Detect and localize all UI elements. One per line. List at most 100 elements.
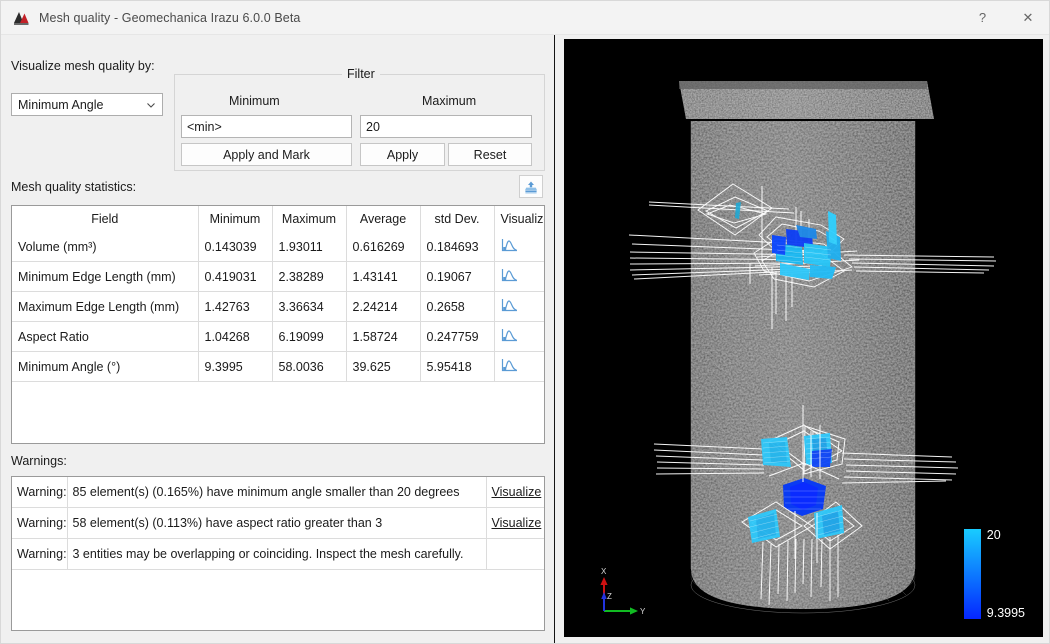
help-button[interactable]: ?	[960, 1, 1005, 34]
table-row[interactable]: Minimum Edge Length (mm) 0.419031 2.3828…	[12, 261, 544, 292]
mesh-3d-viewport[interactable]: X Y Z 20 9.3995	[564, 39, 1043, 637]
cell-visualize[interactable]	[494, 232, 544, 262]
cell-average: 1.43141	[346, 261, 421, 292]
col-header-average: Average	[346, 206, 421, 232]
col-header-minimum: Minimum	[198, 206, 273, 232]
apply-and-mark-button[interactable]: Apply and Mark	[181, 143, 352, 166]
cell-average: 39.625	[346, 351, 421, 382]
color-legend: 20 9.3995	[963, 528, 1025, 620]
reset-button[interactable]: Reset	[448, 143, 532, 166]
mesh-quality-statistics-table[interactable]: Field Minimum Maximum Average std Dev. V…	[11, 205, 545, 444]
col-header-visualize: Visualize	[500, 212, 545, 226]
cell-std-dev: 5.95418	[420, 351, 495, 382]
visualize-link[interactable]: Visualize	[492, 485, 542, 499]
table-row[interactable]: Aspect Ratio 1.04268 6.19099 1.58724 0.2…	[12, 321, 544, 352]
cylinder-mesh	[679, 81, 934, 614]
warning-action	[486, 538, 544, 570]
panel-splitter[interactable]	[554, 35, 555, 643]
minimum-column-label: Minimum	[229, 94, 280, 108]
window-controls: ? ✕	[960, 1, 1049, 34]
warning-row-empty	[12, 570, 544, 631]
cell-std-dev: 0.184693	[420, 232, 495, 262]
warning-message: 85 element(s) (0.165%) have minimum angl…	[67, 477, 487, 508]
cell-minimum: 0.419031	[198, 261, 273, 292]
filter-groupbox-legend: Filter	[342, 67, 380, 81]
cell-minimum: 0.143039	[198, 232, 273, 262]
warning-row[interactable]: Warning: 85 element(s) (0.165%) have min…	[12, 477, 544, 508]
color-legend-labels: 20 9.3995	[986, 528, 1025, 620]
warning-row[interactable]: Warning: 58 element(s) (0.113%) have asp…	[12, 507, 544, 539]
warning-message: 58 element(s) (0.113%) have aspect ratio…	[67, 507, 487, 539]
cell-average: 1.58724	[346, 321, 421, 352]
table-header-row: Field Minimum Maximum Average std Dev. V…	[12, 206, 545, 232]
cell-std-dev: 0.19067	[420, 261, 495, 292]
table-row[interactable]: Maximum Edge Length (mm) 1.42763 3.36634…	[12, 291, 544, 322]
cell-minimum: 1.04268	[198, 321, 273, 352]
axis-z-label: Z	[607, 592, 612, 601]
histogram-icon[interactable]	[501, 298, 518, 316]
warning-action[interactable]: Visualize	[486, 477, 544, 508]
cell-field: Minimum Angle (°)	[12, 351, 199, 382]
apply-button[interactable]: Apply	[360, 143, 445, 166]
table-row-empty	[12, 381, 544, 443]
geomechanica-logo-icon	[12, 9, 30, 27]
title-bar: Mesh quality - Geomechanica Irazu 6.0.0 …	[1, 1, 1049, 35]
cell-std-dev: 0.247759	[420, 321, 495, 352]
export-icon[interactable]	[519, 175, 543, 198]
histogram-icon[interactable]	[501, 358, 518, 376]
warnings-list[interactable]: Warning: 85 element(s) (0.165%) have min…	[11, 476, 545, 631]
col-header-field: Field	[12, 206, 199, 232]
mesh-quality-statistics-label: Mesh quality statistics:	[11, 180, 137, 194]
warning-tag: Warning:	[12, 507, 68, 539]
mesh-quality-window: Mesh quality - Geomechanica Irazu 6.0.0 …	[0, 0, 1050, 644]
quality-metric-dropdown[interactable]: Minimum Angle	[11, 93, 163, 116]
warning-message: 3 entities may be overlapping or coincid…	[67, 538, 487, 570]
quality-metric-value: Minimum Angle	[18, 97, 104, 112]
col-header-std-dev: std Dev.	[420, 206, 495, 232]
col-header-maximum: Maximum	[272, 206, 347, 232]
cell-field: Maximum Edge Length (mm)	[12, 291, 199, 322]
cell-visualize[interactable]	[494, 321, 544, 352]
warning-action[interactable]: Visualize	[486, 507, 544, 539]
visualize-quality-label: Visualize mesh quality by:	[11, 59, 155, 73]
cell-average: 0.616269	[346, 232, 421, 262]
cell-minimum: 9.3995	[198, 351, 273, 382]
cell-maximum: 1.93011	[272, 232, 347, 262]
table-empty-space	[12, 381, 544, 443]
left-panel: Visualize mesh quality by: Minimum Angle…	[2, 35, 553, 643]
close-button[interactable]: ✕	[1005, 1, 1049, 34]
chevron-down-icon	[144, 98, 158, 112]
axis-y-label: Y	[640, 607, 646, 616]
maximum-input[interactable]: 20	[360, 115, 532, 138]
warnings-label: Warnings:	[11, 454, 67, 468]
maximum-column-label: Maximum	[422, 94, 477, 108]
cell-maximum: 3.36634	[272, 291, 347, 322]
warnings-empty-space	[12, 570, 544, 631]
cell-visualize[interactable]	[494, 261, 544, 292]
histogram-icon[interactable]	[501, 238, 518, 256]
histogram-icon[interactable]	[501, 268, 518, 286]
cell-visualize[interactable]	[494, 351, 544, 382]
cell-maximum: 6.19099	[272, 321, 347, 352]
cell-maximum: 58.0036	[272, 351, 347, 382]
cell-visualize[interactable]	[494, 291, 544, 322]
table-row[interactable]: Volume (mm³) 0.143039 1.93011 0.616269 0…	[12, 232, 544, 262]
visualize-link[interactable]: Visualize	[492, 516, 542, 530]
histogram-icon[interactable]	[501, 328, 518, 346]
table-row[interactable]: Minimum Angle (°) 9.3995 58.0036 39.625 …	[12, 351, 544, 382]
warning-row[interactable]: Warning: 3 entities may be overlapping o…	[12, 538, 544, 570]
color-legend-max-label: 20	[986, 528, 1001, 542]
minimum-input[interactable]: <min>	[181, 115, 352, 138]
warning-tag: Warning:	[12, 477, 68, 508]
cell-maximum: 2.38289	[272, 261, 347, 292]
cell-std-dev: 0.2658	[420, 291, 495, 322]
axis-x-label: X	[601, 567, 607, 576]
cell-minimum: 1.42763	[198, 291, 273, 322]
color-legend-min-label: 9.3995	[986, 606, 1025, 620]
cell-field: Aspect Ratio	[12, 321, 199, 352]
cell-field: Minimum Edge Length (mm)	[12, 261, 199, 292]
window-title: Mesh quality - Geomechanica Irazu 6.0.0 …	[39, 10, 301, 25]
warning-tag: Warning:	[12, 538, 68, 570]
cell-field: Volume (mm³)	[12, 232, 199, 262]
cell-average: 2.24214	[346, 291, 421, 322]
